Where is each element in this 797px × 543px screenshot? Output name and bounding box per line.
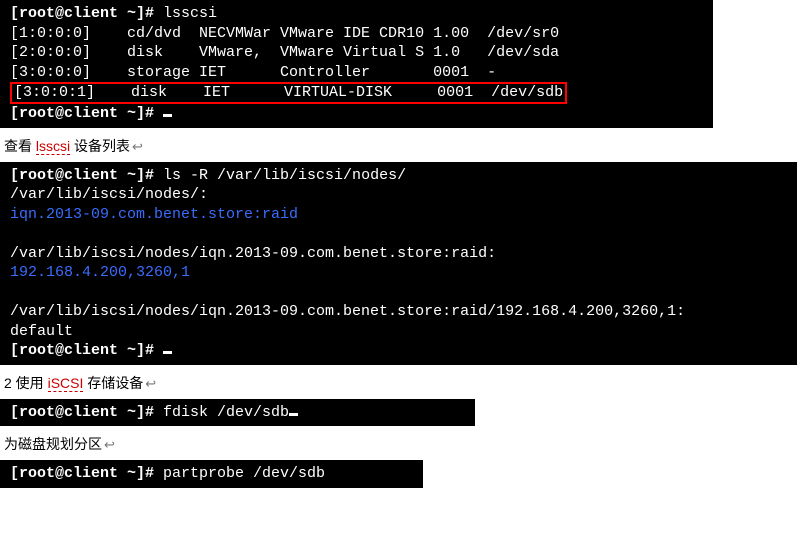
lsscsi-row: [2:0:0:0] disk VMware, VMware Virtual S … bbox=[10, 44, 559, 61]
prompt: [root@client ~]# bbox=[10, 105, 163, 122]
output-dir: iqn.2013-09.com.benet.store:raid bbox=[10, 206, 298, 223]
caption-text: 查看 bbox=[4, 138, 36, 154]
cursor-icon bbox=[163, 114, 172, 117]
paragraph-mark-icon: ↩ bbox=[104, 437, 115, 452]
output-line: /var/lib/iscsi/nodes/iqn.2013-09.com.ben… bbox=[10, 245, 496, 262]
caption-text: 存储设备 bbox=[83, 375, 143, 391]
paragraph-mark-icon: ↩ bbox=[145, 376, 156, 391]
cmd-ls: ls -R /var/lib/iscsi/nodes/ bbox=[163, 167, 406, 184]
terminal-fdisk: [root@client ~]# fdisk /dev/sdb bbox=[0, 399, 475, 427]
lsscsi-row: [1:0:0:0] cd/dvd NECVMWar VMware IDE CDR… bbox=[10, 25, 559, 42]
cmd-lsscsi: lsscsi bbox=[163, 5, 217, 22]
caption-iscsi: 2 使用 iSCSI 存储设备↩ bbox=[4, 373, 797, 393]
terminal-lsscsi: [root@client ~]# lsscsi [1:0:0:0] cd/dvd… bbox=[0, 0, 713, 128]
output-line: /var/lib/iscsi/nodes/: bbox=[10, 186, 208, 203]
cmd-fdisk: fdisk /dev/sdb bbox=[163, 404, 289, 421]
caption-lsscsi: 查看 lsscsi 设备列表↩ bbox=[4, 136, 797, 156]
paragraph-mark-icon: ↩ bbox=[132, 139, 143, 154]
caption-text: 为磁盘规划分区 bbox=[4, 436, 102, 452]
terminal-partprobe: [root@client ~]# partprobe /dev/sdb bbox=[0, 460, 423, 488]
output-dir: 192.168.4.200,3260,1 bbox=[10, 264, 190, 281]
terminal-ls-nodes: [root@client ~]# ls -R /var/lib/iscsi/no… bbox=[0, 162, 797, 365]
output-line: /var/lib/iscsi/nodes/iqn.2013-09.com.ben… bbox=[10, 303, 685, 320]
caption-term: lsscsi bbox=[36, 138, 70, 155]
prompt: [root@client ~]# bbox=[10, 342, 163, 359]
prompt: [root@client ~]# bbox=[10, 167, 163, 184]
prompt: [root@client ~]# bbox=[10, 5, 163, 22]
caption-text: 2 使用 bbox=[4, 375, 48, 391]
cmd-partprobe: partprobe /dev/sdb bbox=[163, 465, 325, 482]
caption-term: iSCSI bbox=[48, 375, 84, 392]
prompt: [root@client ~]# bbox=[10, 465, 163, 482]
prompt: [root@client ~]# bbox=[10, 404, 163, 421]
caption-partition: 为磁盘规划分区↩ bbox=[4, 434, 797, 454]
lsscsi-row: [3:0:0:0] storage IET Controller 0001 - bbox=[10, 64, 496, 81]
caption-text: 设备列表 bbox=[70, 138, 130, 154]
cursor-icon bbox=[163, 351, 172, 354]
lsscsi-highlight-row: [3:0:0:1] disk IET VIRTUAL-DISK 0001 /de… bbox=[10, 82, 567, 104]
cursor-icon bbox=[289, 413, 298, 416]
output-line: default bbox=[10, 323, 73, 340]
